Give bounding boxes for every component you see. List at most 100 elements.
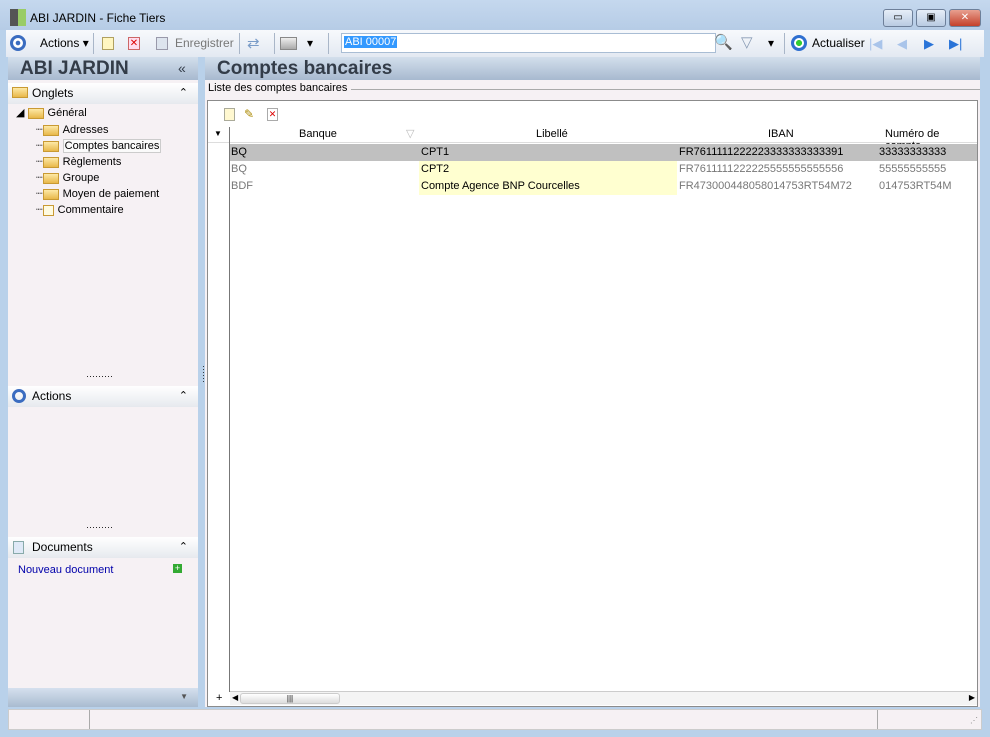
tree-item-label: Adresses — [62, 124, 109, 136]
documents-header[interactable]: Documents ⌃ — [8, 537, 198, 558]
search-icon[interactable]: 🔍 — [714, 33, 733, 51]
divider — [345, 89, 980, 90]
app-icon — [10, 9, 26, 26]
splitter-handle[interactable]: ········· — [86, 371, 113, 381]
folder-icon — [42, 172, 59, 184]
minimize-button[interactable]: ▭ — [883, 9, 913, 27]
save-button[interactable]: Enregistrer — [175, 36, 234, 50]
add-icon[interactable]: + — [173, 564, 182, 573]
column-libelle[interactable]: Libellé — [536, 128, 568, 140]
cell-iban: FR473000448058014753RT54M72 — [679, 180, 852, 192]
actions-menu[interactable]: Actions ▾ — [40, 36, 89, 50]
tree-item-comptes-bancaires[interactable]: ┈ Comptes bancaires — [36, 138, 162, 154]
tree-item-label: Commentaire — [57, 204, 124, 216]
target-icon — [12, 389, 26, 403]
title-bar: ABI JARDIN - Fiche Tiers ▭ ▣ ✕ — [0, 0, 990, 30]
print-icon[interactable] — [280, 37, 297, 50]
folder-icon — [42, 188, 59, 200]
actions-label: Actions — [40, 36, 80, 50]
cell-banque: BQ — [231, 146, 247, 158]
tiers-header: ABI JARDIN « — [8, 57, 198, 80]
column-banque[interactable]: Banque — [299, 128, 337, 140]
cell-libelle: CPT2 — [419, 161, 677, 178]
separator — [93, 33, 94, 54]
cell-libelle: CPT1 — [421, 146, 450, 158]
collapse-section-icon[interactable]: ⌃ — [179, 83, 188, 104]
scroll-left-icon[interactable]: ◀ — [232, 693, 238, 702]
collapse-section-icon[interactable]: ⌃ — [179, 537, 188, 558]
new-document-link[interactable]: Nouveau document — [18, 564, 113, 576]
refresh-icon[interactable] — [791, 35, 807, 51]
first-record-icon[interactable]: |◀ — [869, 36, 882, 52]
document-icon — [42, 204, 54, 216]
expand-icon[interactable]: + — [216, 692, 222, 704]
bank-accounts-grid: ✎ ✕ ▼ Banque ▽ Libellé IBAN Numéro de co… — [207, 100, 978, 707]
tree-item-label: Règlements — [62, 156, 122, 168]
group-label: Liste des comptes bancaires — [208, 82, 352, 94]
collapse-section-icon[interactable]: ⌃ — [179, 386, 188, 407]
status-bar: ⋰ — [8, 709, 982, 730]
folder-icon — [42, 124, 59, 136]
folder-icon — [42, 156, 59, 168]
delete-row-icon[interactable]: ✕ — [267, 108, 278, 121]
sort-indicator-icon: ▽ — [406, 128, 415, 140]
save-icon[interactable] — [156, 37, 168, 50]
next-record-icon[interactable]: ▶ — [924, 36, 934, 52]
documents-label: Documents — [32, 540, 93, 554]
close-button[interactable]: ✕ — [949, 9, 981, 27]
tree-item-groupe[interactable]: ┈ Groupe — [36, 170, 161, 186]
cell-numero: 33333333333 — [879, 146, 947, 158]
folder-icon — [12, 87, 28, 98]
chevron-down-icon: ▼ — [180, 692, 188, 701]
cell-numero: 014753RT54M — [879, 180, 952, 192]
window-title: ABI JARDIN - Fiche Tiers — [30, 11, 166, 25]
page-title: Comptes bancaires — [205, 57, 980, 80]
collapse-panel-button[interactable]: « — [178, 57, 186, 80]
toolbar: Actions ▾ ✕ Enregistrer ⇄ ▾ ABI 00007 🔍 … — [6, 30, 984, 57]
search-value: ABI 00007 — [344, 36, 398, 48]
status-divider — [877, 710, 878, 729]
table-row[interactable]: BQ CPT1 FR7611111222223333333333391 3333… — [230, 144, 977, 161]
table-row[interactable]: BQ CPT2 FR7611111222225555555555556 5555… — [230, 161, 977, 178]
splitter-handle[interactable]: ········· — [86, 522, 113, 532]
delete-icon[interactable]: ✕ — [128, 37, 140, 50]
main-panel: Comptes bancaires Liste des comptes banc… — [205, 57, 980, 707]
sync-icon[interactable]: ⇄ — [247, 34, 260, 52]
open-folder-icon — [42, 140, 59, 152]
refresh-button[interactable]: Actualiser — [812, 36, 865, 50]
tree-item-commentaire[interactable]: ┈ Commentaire — [36, 202, 161, 218]
search-input[interactable]: ABI 00007 — [341, 33, 716, 53]
tree-item-adresses[interactable]: ┈ Adresses — [36, 122, 161, 138]
maximize-button[interactable]: ▣ — [916, 9, 946, 27]
scrollbar-thumb[interactable]: ||| — [240, 693, 340, 704]
filter-icon[interactable]: ▽ — [741, 33, 753, 51]
tree-children: ┈ Adresses ┈ Comptes bancaires ┈ Règlements… — [36, 122, 162, 218]
folder-icon — [27, 107, 44, 119]
target-icon[interactable] — [10, 35, 26, 51]
resize-grip-icon[interactable]: ⋰ — [970, 716, 978, 725]
filter-dropdown[interactable]: ▾ — [768, 36, 774, 50]
onglets-header[interactable]: Onglets ⌃ — [8, 83, 198, 104]
scroll-right-icon[interactable]: ▶ — [969, 693, 975, 702]
tree-item-reglements[interactable]: ┈ Règlements — [36, 154, 161, 170]
horizontal-scrollbar[interactable]: + ◀ ||| ▶ — [216, 691, 977, 705]
previous-record-icon[interactable]: ◀ — [897, 36, 907, 52]
panel-footer[interactable]: ▼ — [8, 688, 198, 707]
actions-header[interactable]: Actions ⌃ — [8, 386, 198, 407]
cell-banque: BQ — [231, 163, 247, 175]
tree-root[interactable]: ◢ Général — [16, 106, 87, 119]
tree-item-moyen-de-paiement[interactable]: ┈ Moyen de paiement — [36, 186, 161, 202]
edit-row-icon[interactable]: ✎ — [244, 107, 254, 121]
column-chooser-icon[interactable]: ▼ — [214, 129, 222, 138]
cell-iban: FR7611111222223333333333391 — [679, 146, 844, 158]
table-row[interactable]: BDF Compte Agence BNP Courcelles FR47300… — [230, 178, 977, 195]
add-row-icon[interactable] — [224, 108, 235, 121]
print-dropdown[interactable]: ▾ — [307, 36, 313, 50]
row-indicator-border — [229, 127, 230, 692]
onglets-label: Onglets — [32, 86, 74, 100]
new-icon[interactable] — [102, 37, 114, 50]
tree-item-label: Comptes bancaires — [62, 139, 162, 153]
last-record-icon[interactable]: ▶| — [949, 36, 962, 52]
tree-item-label: Moyen de paiement — [62, 188, 160, 200]
column-iban[interactable]: IBAN — [768, 128, 794, 140]
